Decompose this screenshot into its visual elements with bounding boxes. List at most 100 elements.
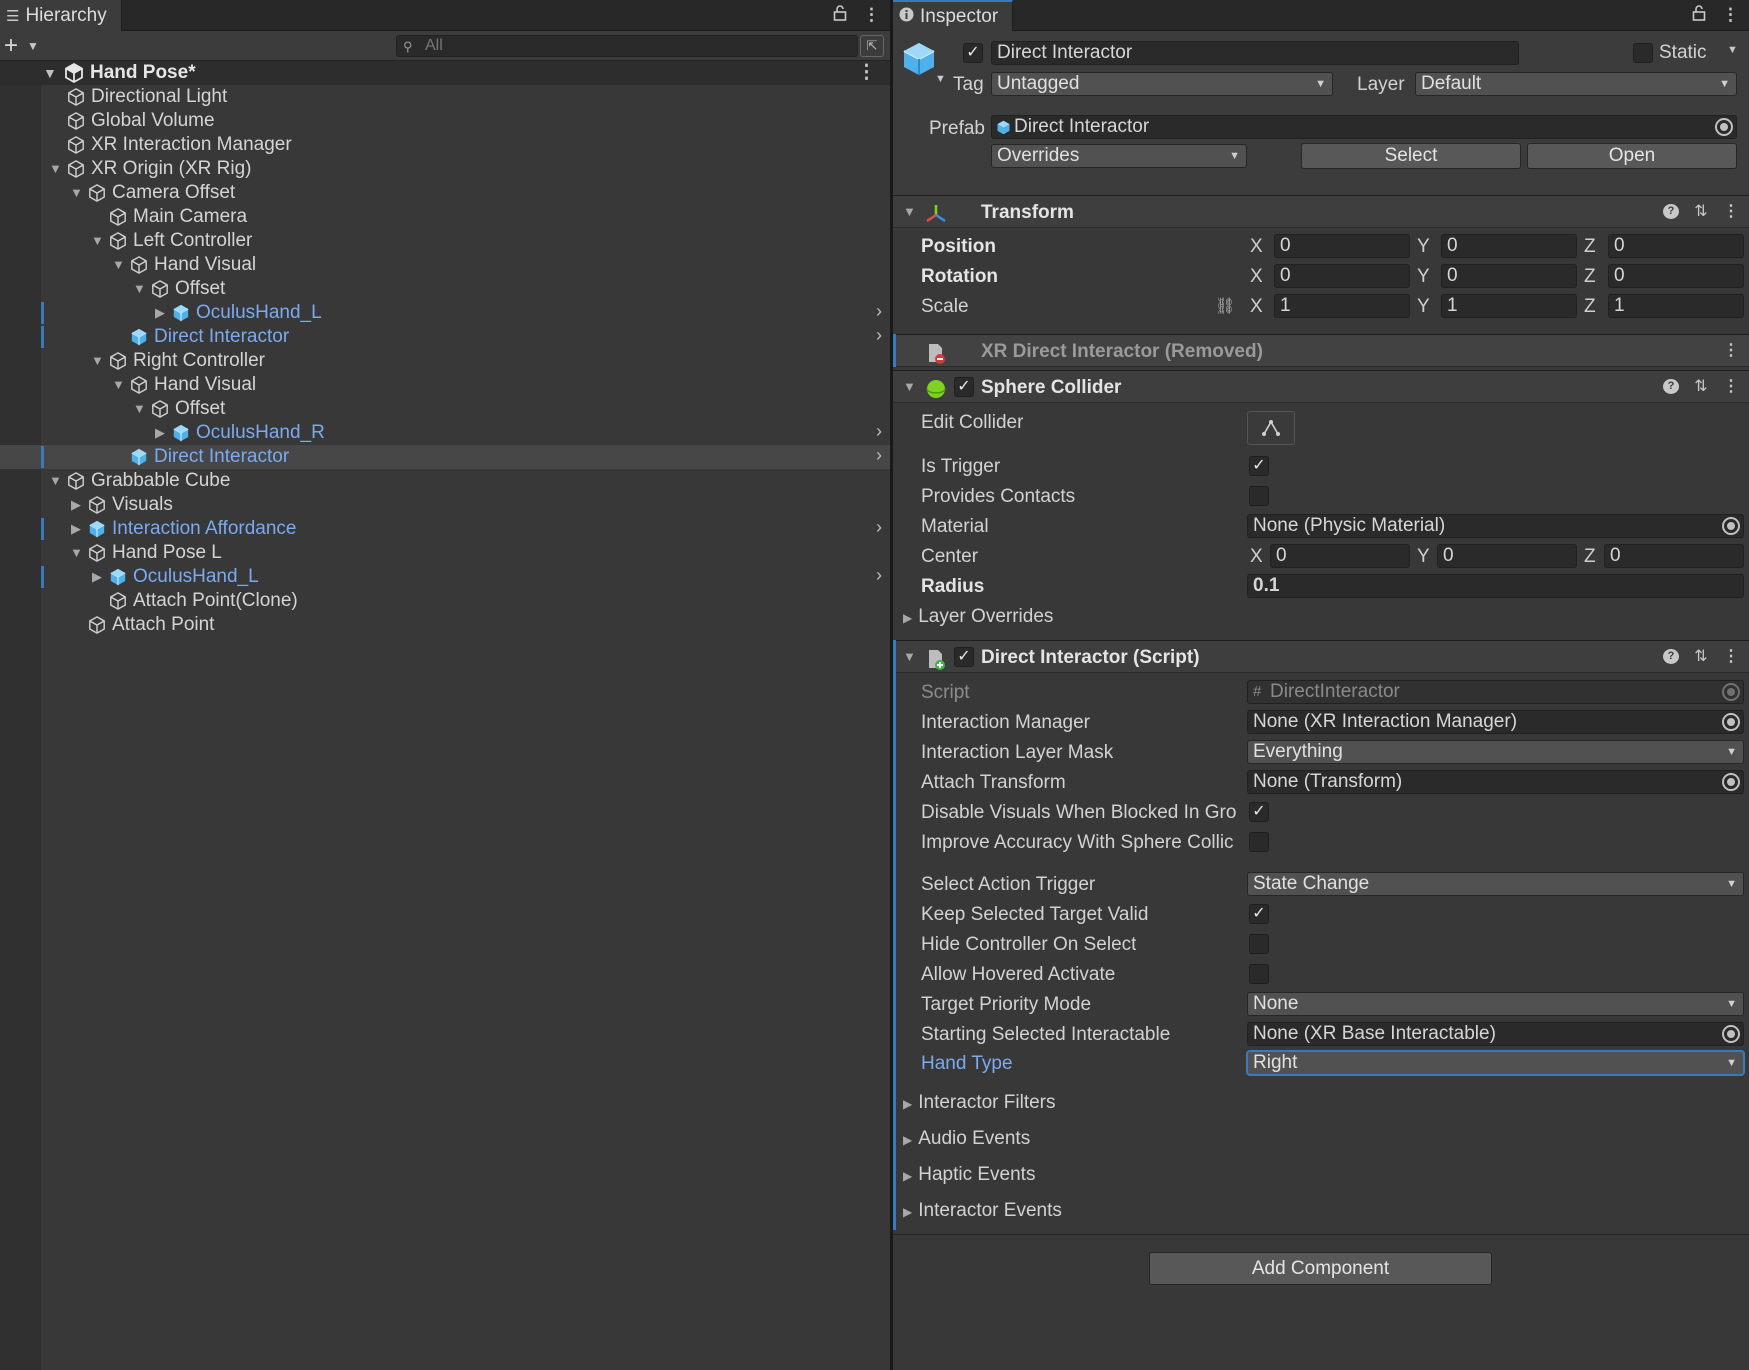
hierarchy-tab[interactable]: ☰ Hierarchy — [0, 0, 122, 31]
search-options-icon[interactable]: ⇱ — [860, 35, 884, 57]
improve-accuracy-checkbox[interactable] — [1249, 832, 1269, 852]
interactor-filters-foldout[interactable]: ▶ Interactor Filters — [903, 1092, 1056, 1114]
interaction-layer-mask-dropdown[interactable]: Everything ▼ — [1247, 740, 1744, 764]
hierarchy-row[interactable]: ▶ OculusHand_R › — [0, 421, 890, 445]
material-field[interactable]: None (Physic Material) — [1247, 514, 1744, 538]
presets-icon[interactable]: ⇅ — [1693, 376, 1709, 396]
lock-icon[interactable] — [833, 5, 847, 26]
removed-component-header[interactable]: XR Direct Interactor (Removed) ⋮ — [893, 334, 1749, 367]
object-picker-icon[interactable] — [1722, 713, 1740, 731]
presets-icon[interactable]: ⇅ — [1693, 646, 1709, 666]
attach-transform-field[interactable]: None (Transform) — [1247, 770, 1744, 794]
layer-overrides-foldout[interactable]: ▶ Layer Overrides — [903, 606, 1053, 628]
scene-foldout-icon[interactable]: ▼ — [43, 65, 57, 81]
hierarchy-row[interactable]: ▼ Right Controller — [0, 349, 890, 373]
hierarchy-row[interactable]: Attach Point(Clone) — [0, 589, 890, 613]
hierarchy-row[interactable]: Direct Interactor › — [0, 445, 890, 469]
transform-header[interactable]: ▼ Transform ? ⇅ ⋮ — [893, 195, 1749, 228]
object-picker-icon[interactable] — [1722, 1025, 1740, 1043]
add-object-button[interactable]: + — [4, 32, 18, 60]
center-x-field[interactable]: 0 — [1270, 544, 1410, 568]
direct-interactor-enabled-checkbox[interactable]: ✓ — [954, 647, 974, 667]
prefab-cube-icon[interactable] — [901, 41, 937, 77]
chevron-down-icon[interactable]: ▼ — [27, 39, 39, 53]
hierarchy-row[interactable]: Directional Light — [0, 85, 890, 109]
hand-type-dropdown[interactable]: Right ▼ — [1247, 1051, 1744, 1075]
chevron-right-icon[interactable]: › — [876, 421, 882, 442]
chevron-down-icon[interactable]: ▼ — [1727, 44, 1738, 56]
presets-icon[interactable]: ⇅ — [1693, 201, 1709, 221]
select-button[interactable]: Select — [1301, 143, 1521, 169]
scene-row[interactable]: ▼ Hand Pose* ⋮ — [0, 61, 890, 85]
inspector-tab[interactable]: Inspector — [893, 0, 1014, 31]
add-component-button[interactable]: Add Component — [1149, 1252, 1492, 1285]
scale-x-field[interactable]: 1 — [1274, 294, 1410, 318]
is-trigger-checkbox[interactable]: ✓ — [1249, 456, 1269, 476]
static-checkbox[interactable] — [1633, 43, 1653, 63]
hierarchy-row[interactable]: ▶ Visuals — [0, 493, 890, 517]
kebab-menu-icon[interactable]: ⋮ — [1722, 5, 1739, 26]
interactor-events-foldout[interactable]: ▶ Interactor Events — [903, 1200, 1062, 1222]
layer-dropdown[interactable]: Default ▼ — [1415, 72, 1737, 96]
help-icon[interactable]: ? — [1663, 376, 1679, 396]
hierarchy-row[interactable]: ▼ Grabbable Cube — [0, 469, 890, 493]
audio-events-foldout[interactable]: ▶ Audio Events — [903, 1128, 1030, 1150]
rotation-y-field[interactable]: 0 — [1441, 264, 1577, 288]
radius-field[interactable]: 0.1 — [1247, 574, 1744, 598]
hierarchy-row[interactable]: Global Volume — [0, 109, 890, 133]
rotation-x-field[interactable]: 0 — [1274, 264, 1410, 288]
hierarchy-row[interactable]: ▶ OculusHand_L › — [0, 565, 890, 589]
target-priority-dropdown[interactable]: None ▼ — [1247, 992, 1744, 1016]
kebab-menu-icon[interactable]: ⋮ — [857, 61, 876, 84]
foldout-down-icon[interactable]: ▼ — [133, 401, 146, 416]
hierarchy-row[interactable]: Attach Point — [0, 613, 890, 637]
chevron-down-icon[interactable]: ▼ — [935, 73, 946, 85]
foldout-right-icon[interactable]: ▶ — [155, 305, 165, 321]
foldout-down-icon[interactable]: ▼ — [903, 204, 916, 219]
kebab-menu-icon[interactable]: ⋮ — [1723, 376, 1739, 396]
hierarchy-row[interactable]: ▼ Hand Pose L — [0, 541, 890, 565]
object-picker-icon[interactable] — [1722, 517, 1740, 535]
overrides-dropdown[interactable]: Overrides ▼ — [991, 144, 1247, 168]
chevron-right-icon[interactable]: › — [876, 445, 882, 466]
provides-contacts-checkbox[interactable] — [1249, 486, 1269, 506]
chevron-right-icon[interactable]: › — [876, 301, 882, 322]
foldout-right-icon[interactable]: ▶ — [71, 521, 81, 537]
foldout-right-icon[interactable]: ▶ — [71, 497, 81, 513]
help-icon[interactable]: ? — [1663, 201, 1679, 221]
position-y-field[interactable]: 0 — [1441, 234, 1577, 258]
hierarchy-row[interactable]: ▼ Offset — [0, 397, 890, 421]
hierarchy-search-input[interactable]: ⚲ All — [396, 35, 858, 57]
keep-selected-checkbox[interactable]: ✓ — [1249, 904, 1269, 924]
help-icon[interactable]: ? — [1663, 646, 1679, 666]
allow-hovered-checkbox[interactable] — [1249, 964, 1269, 984]
hierarchy-row[interactable]: ▼ Hand Visual — [0, 373, 890, 397]
foldout-down-icon[interactable]: ▼ — [903, 379, 916, 394]
hierarchy-row[interactable]: ▶ Interaction Affordance › — [0, 517, 890, 541]
edit-collider-button[interactable] — [1247, 411, 1295, 445]
hierarchy-row[interactable]: ▼ Left Controller — [0, 229, 890, 253]
chevron-right-icon[interactable]: › — [876, 565, 882, 586]
select-action-trigger-dropdown[interactable]: State Change ▼ — [1247, 872, 1744, 896]
object-picker-icon[interactable] — [1722, 773, 1740, 791]
hierarchy-row[interactable]: XR Interaction Manager — [0, 133, 890, 157]
scale-z-field[interactable]: 1 — [1608, 294, 1744, 318]
hierarchy-row[interactable]: Main Camera — [0, 205, 890, 229]
prefab-field[interactable]: Direct Interactor — [991, 115, 1737, 139]
hierarchy-row[interactable]: ▼ Hand Visual — [0, 253, 890, 277]
center-y-field[interactable]: 0 — [1437, 544, 1577, 568]
scale-y-field[interactable]: 1 — [1441, 294, 1577, 318]
foldout-down-icon[interactable]: ▼ — [91, 353, 104, 368]
sphere-collider-header[interactable]: ▼ ✓ Sphere Collider ? ⇅ ⋮ — [893, 370, 1749, 403]
foldout-down-icon[interactable]: ▼ — [70, 545, 83, 560]
foldout-down-icon[interactable]: ▼ — [112, 377, 125, 392]
hierarchy-row[interactable]: ▼ Offset — [0, 277, 890, 301]
foldout-down-icon[interactable]: ▼ — [112, 257, 125, 272]
sphere-collider-enabled-checkbox[interactable]: ✓ — [954, 377, 974, 397]
starting-selected-field[interactable]: None (XR Base Interactable) — [1247, 1022, 1744, 1046]
direct-interactor-header[interactable]: ▼ ✓ Direct Interactor (Script) ? ⇅ ⋮ — [893, 640, 1749, 673]
hierarchy-row[interactable]: ▼ XR Origin (XR Rig) — [0, 157, 890, 181]
constrain-proportions-icon[interactable]: ⛓ — [1215, 296, 1235, 316]
hierarchy-row[interactable]: ▶ OculusHand_L › — [0, 301, 890, 325]
position-x-field[interactable]: 0 — [1274, 234, 1410, 258]
